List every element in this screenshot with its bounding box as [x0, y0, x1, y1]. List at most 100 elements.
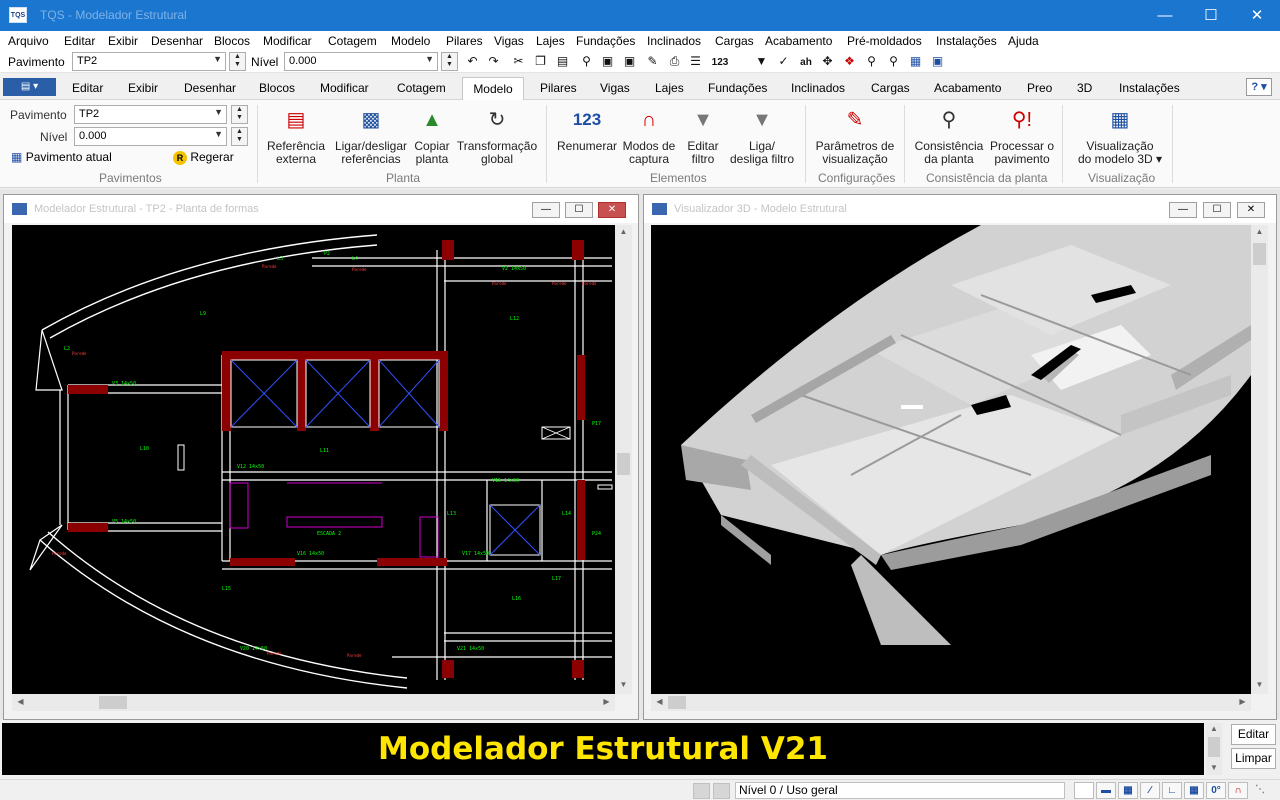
- scroll-up-icon[interactable]: ▲: [1206, 724, 1222, 733]
- ortho-icon[interactable]: ▬: [1096, 782, 1116, 799]
- angle-display[interactable]: 0°: [1206, 782, 1226, 799]
- zoom-icon[interactable]: ⚲: [864, 54, 879, 69]
- menu-fundacoes[interactable]: Fundações: [576, 34, 635, 48]
- close-button[interactable]: ✕: [1234, 0, 1280, 31]
- tab-inclinados[interactable]: Inclinados: [791, 81, 845, 95]
- tab-cargas[interactable]: Cargas: [871, 81, 910, 95]
- renumerar-button[interactable]: 123 Renumerar: [556, 104, 618, 153]
- scroll-down-icon[interactable]: ▼: [615, 680, 632, 689]
- layers-icon[interactable]: ☰: [688, 54, 703, 69]
- edit-icon[interactable]: ✎: [645, 54, 660, 69]
- editar-command-button[interactable]: Editar: [1231, 724, 1276, 745]
- plan-close-button[interactable]: ✕: [598, 202, 626, 218]
- renumber-icon[interactable]: 123: [710, 54, 730, 69]
- menu-acabamento[interactable]: Acabamento: [765, 34, 832, 48]
- tab-cotagem[interactable]: Cotagem: [397, 81, 446, 95]
- view3d-vscroll-thumb[interactable]: [1253, 243, 1266, 265]
- menu-cotagem[interactable]: Cotagem: [328, 34, 377, 48]
- liga-desliga-filtro-button[interactable]: ▼ Liga/desliga filtro: [726, 104, 798, 166]
- menu-modificar[interactable]: Modificar: [263, 34, 312, 48]
- regerar-button[interactable]: R Regerar: [173, 150, 234, 165]
- tab-modelo[interactable]: Modelo: [462, 77, 524, 101]
- menu-pre-moldados[interactable]: Pré-moldados: [847, 34, 922, 48]
- editar-filtro-button[interactable]: ▼ Editar filtro: [682, 104, 724, 166]
- copiar-planta-button[interactable]: ▲ Copiar planta: [411, 104, 453, 166]
- zoom-ref-icon[interactable]: ⚲: [886, 54, 901, 69]
- referencia-externa-button[interactable]: ▤ Referência externa: [265, 104, 327, 166]
- menu-pilares[interactable]: Pilares: [446, 34, 483, 48]
- plan-horizontal-scrollbar[interactable]: ◀ ▶: [12, 694, 615, 711]
- app-menu-button[interactable]: ▤ ▾: [3, 78, 56, 96]
- pavimento-combo[interactable]: TP2 ▼: [72, 52, 226, 71]
- ligar-desligar-referencias-button[interactable]: ▩ Ligar/desligar referências: [330, 104, 412, 166]
- plan-minimize-button[interactable]: —: [532, 202, 560, 218]
- tab-editar[interactable]: Editar: [72, 81, 103, 95]
- modos-captura-button[interactable]: ∩ Modos de captura: [620, 104, 678, 166]
- view3d-canvas[interactable]: [651, 225, 1251, 694]
- scroll-right-icon[interactable]: ▶: [598, 697, 615, 706]
- pavimento-atual-button[interactable]: ▦ Pavimento atual: [11, 150, 112, 164]
- ribbon-pavimento-spinner[interactable]: ▲ ▼: [231, 105, 248, 124]
- copy-icon[interactable]: ❐: [533, 54, 548, 69]
- menu-instalacoes[interactable]: Instalações: [936, 34, 997, 48]
- tab-pilares[interactable]: Pilares: [540, 81, 577, 95]
- tab-preo[interactable]: Preo: [1027, 81, 1052, 95]
- axis-icon[interactable]: ∟: [1162, 782, 1182, 799]
- status-blank-toggle[interactable]: [1074, 782, 1094, 799]
- plan-hscroll-thumb[interactable]: [99, 696, 127, 709]
- plan-vscroll-thumb[interactable]: [617, 453, 630, 475]
- parametros-visualizacao-button[interactable]: ✎ Parâmetros de visualização: [812, 104, 898, 166]
- consistencia-planta-button[interactable]: ⚲ Consistência da planta: [912, 104, 986, 166]
- processar-pavimento-button[interactable]: ⚲! Processar o pavimento: [988, 104, 1056, 166]
- scroll-down-icon[interactable]: ▼: [1251, 680, 1268, 689]
- paste-icon[interactable]: ▤: [555, 54, 570, 69]
- save-as-icon[interactable]: ▣: [622, 54, 637, 69]
- view3d-horizontal-scrollbar[interactable]: ◀ ▶: [651, 694, 1251, 711]
- visualizacao-modelo-3d-button[interactable]: ▦ Visualização do modelo 3D ▾: [1072, 104, 1168, 166]
- find-icon[interactable]: ⚲: [579, 54, 594, 69]
- tab-fundacoes[interactable]: Fundações: [708, 81, 767, 95]
- limpar-command-button[interactable]: Limpar: [1231, 748, 1276, 769]
- text-icon[interactable]: ✓: [776, 54, 791, 69]
- tab-3d[interactable]: 3D: [1077, 81, 1092, 95]
- scroll-up-icon[interactable]: ▲: [615, 227, 632, 236]
- ribbon-nivel-combo[interactable]: 0.000 ▼: [74, 127, 227, 146]
- help-button[interactable]: ? ▾: [1246, 78, 1272, 96]
- transformacao-global-button[interactable]: ↻ Transformação global: [456, 104, 538, 166]
- menu-exibir[interactable]: Exibir: [108, 34, 138, 48]
- font-icon[interactable]: ah: [798, 54, 814, 69]
- tab-blocos[interactable]: Blocos: [259, 81, 295, 95]
- scroll-up-icon[interactable]: ▲: [1251, 227, 1268, 236]
- minimize-button[interactable]: —: [1142, 0, 1188, 31]
- menu-lajes[interactable]: Lajes: [536, 34, 565, 48]
- menu-ajuda[interactable]: Ajuda: [1008, 34, 1039, 48]
- pan-icon[interactable]: ✥: [820, 54, 835, 69]
- undo-icon[interactable]: ↶: [465, 54, 480, 69]
- menu-cargas[interactable]: Cargas: [715, 34, 754, 48]
- tab-modificar[interactable]: Modificar: [320, 81, 369, 95]
- maximize-button[interactable]: ☐: [1188, 0, 1234, 31]
- nivel-combo[interactable]: 0.000 ▼: [284, 52, 438, 71]
- save-icon[interactable]: ▣: [600, 54, 615, 69]
- pavimento-spinner[interactable]: ▲ ▼: [229, 52, 246, 71]
- menu-vigas[interactable]: Vigas: [494, 34, 524, 48]
- view3d-maximize-button[interactable]: ☐: [1203, 202, 1231, 218]
- view3d-vertical-scrollbar[interactable]: ▲ ▼: [1251, 225, 1268, 694]
- view-icon[interactable]: ▣: [930, 54, 945, 69]
- tab-vigas[interactable]: Vigas: [600, 81, 630, 95]
- magnet-snap-icon[interactable]: ∩: [1228, 782, 1248, 799]
- menu-blocos[interactable]: Blocos: [214, 34, 250, 48]
- scroll-left-icon[interactable]: ◀: [651, 697, 668, 706]
- plan-maximize-button[interactable]: ☐: [565, 202, 593, 218]
- grid-icon[interactable]: ▦: [1184, 782, 1204, 799]
- view3d-hscroll-thumb[interactable]: [668, 696, 686, 709]
- bug-icon[interactable]: ❖: [842, 54, 857, 69]
- cut-icon[interactable]: ✂: [511, 54, 526, 69]
- nivel-spinner[interactable]: ▲ ▼: [441, 52, 458, 71]
- scroll-right-icon[interactable]: ▶: [1234, 697, 1251, 706]
- view3d-close-button[interactable]: ✕: [1237, 202, 1265, 218]
- redo-icon[interactable]: ↷: [486, 54, 501, 69]
- ribbon-nivel-spinner[interactable]: ▲ ▼: [231, 127, 248, 146]
- menu-arquivo[interactable]: Arquivo: [8, 34, 49, 48]
- building-icon[interactable]: ▦: [908, 54, 923, 69]
